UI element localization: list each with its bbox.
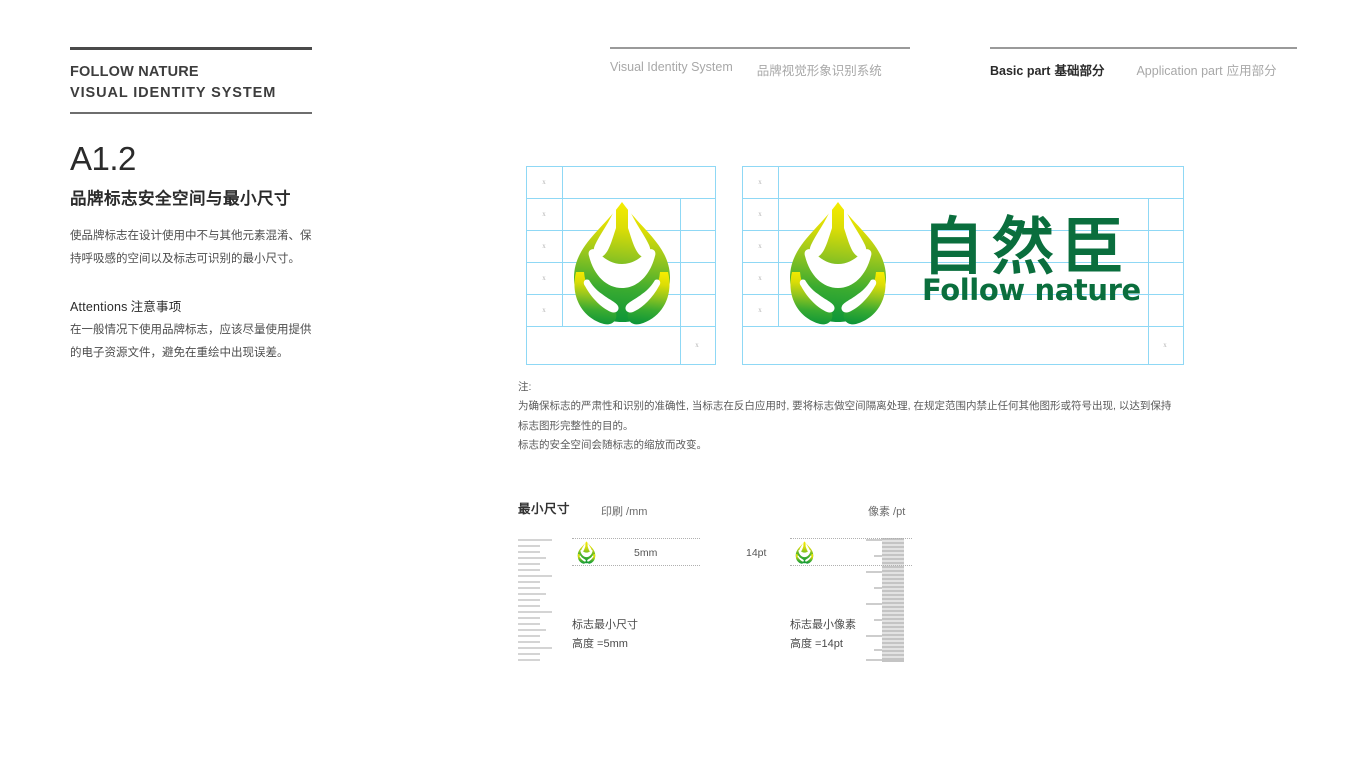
min-size-pixel-caption: 标志最小像素 高度 =14pt bbox=[790, 616, 856, 655]
logo-mark-container bbox=[566, 200, 678, 326]
nav-item-basic-part-cn: 基础部分 bbox=[1054, 63, 1105, 78]
guide-h-6 bbox=[742, 364, 1184, 365]
notes-block: 注: 为确保标志的严肃性和识别的准确性, 当标志在反白应用时, 要将标志做空间隔… bbox=[518, 378, 1208, 456]
brand-logo-mark-icon bbox=[574, 202, 670, 325]
brand-name: FOLLOW NATURE VISUAL IDENTITY SYSTEM bbox=[70, 50, 312, 104]
section-title: 品牌标志安全空间与最小尺寸 bbox=[70, 190, 291, 208]
notes-label: 注: bbox=[518, 381, 532, 393]
brand-name-line1: FOLLOW NATURE bbox=[70, 64, 199, 80]
nav-items-left: Visual Identity System 品牌视觉形象识别系统 bbox=[610, 60, 910, 79]
clearspace-x-marker: x bbox=[758, 210, 762, 218]
clearspace-x-marker: x bbox=[542, 242, 546, 250]
nav-item-application-part-cn: 应用部分 bbox=[1226, 63, 1277, 78]
minimum-size-heading: 最小尺寸 bbox=[518, 502, 571, 516]
spec-print-row: 5mm bbox=[526, 538, 716, 580]
nav-item-application-part[interactable]: Application part 应用部分 bbox=[1136, 60, 1276, 79]
clearspace-x-marker: x bbox=[758, 178, 762, 186]
wordmark-en: Follow nature bbox=[922, 272, 1141, 307]
clearspace-panel-lockup: x x x x x x 自然臣 Follow nature bbox=[742, 166, 1184, 365]
guide-v-2 bbox=[1148, 198, 1149, 365]
min-size-print-value: 5mm bbox=[634, 547, 658, 559]
guide-v-3 bbox=[715, 166, 716, 365]
tiny-logo-print bbox=[575, 541, 598, 569]
nav-group-right: Basic part 基础部分 Application part 应用部分 bbox=[990, 47, 1297, 79]
section-text-column: A1.2 品牌标志安全空间与最小尺寸 使品牌标志在设计使用中不与其他元素混淆、保… bbox=[70, 142, 316, 364]
min-size-pixel-caption-line1: 标志最小像素 bbox=[790, 619, 856, 631]
wordmark-cn: 自然臣 bbox=[922, 210, 1133, 284]
spec-print-mm: 5mm 标志最小尺寸 高度 =5mm bbox=[526, 538, 716, 650]
guide-v-1 bbox=[562, 166, 563, 327]
spec-pixel-pt: 14pt 标志最小像素 高度 =14pt bbox=[746, 538, 946, 650]
brand-logo-mark-icon bbox=[577, 541, 596, 564]
clearspace-panel-mark: x x x x x x bbox=[526, 166, 716, 365]
wordmark-block: 自然臣 Follow nature bbox=[922, 210, 1141, 307]
guide-h-0 bbox=[742, 166, 1184, 167]
clearspace-x-marker: x bbox=[758, 274, 762, 282]
notes-line-1: 为确保标志的严肃性和识别的准确性, 当标志在反白应用时, 要将标志做空间隔离处理… bbox=[518, 400, 1172, 413]
min-size-print-caption-line2: 高度 =5mm bbox=[572, 638, 628, 651]
spec-pixel-row: 14pt bbox=[746, 538, 946, 580]
nav-item-visual-identity-system-cn[interactable]: 品牌视觉形象识别系统 bbox=[753, 60, 882, 79]
section-code: A1.2 bbox=[70, 140, 136, 177]
guide-v-0 bbox=[742, 166, 743, 365]
min-size-print-caption-line1: 标志最小尺寸 bbox=[572, 619, 638, 631]
clearspace-x-marker: x bbox=[758, 306, 762, 314]
notes-line-3: 标志的安全空间会随标志的缩放而改变。 bbox=[518, 439, 707, 452]
clearspace-x-marker: x bbox=[758, 242, 762, 250]
guide-v-3 bbox=[1183, 166, 1184, 365]
clearspace-x-marker: x bbox=[542, 306, 546, 314]
guide-h-1 bbox=[742, 198, 1184, 199]
guide-v-2 bbox=[680, 198, 681, 365]
clearspace-x-marker: x bbox=[542, 210, 546, 218]
guide-v-1 bbox=[778, 166, 779, 327]
print-unit-label: 印刷 /mm bbox=[601, 506, 648, 518]
nav-item-basic-part-en: Basic part bbox=[990, 63, 1051, 78]
clearspace-x-marker: x bbox=[542, 178, 546, 186]
attentions-body: 在一般情况下使用品牌标志，应该尽量使用提供的电子资源文件，避免在重绘中出现误差。 bbox=[70, 324, 312, 359]
min-size-pixel-value: 14pt bbox=[746, 547, 767, 559]
nav-rule-right bbox=[990, 47, 1297, 49]
attentions-title-cn: 注意事项 bbox=[130, 300, 182, 315]
brand-logo-mark-icon bbox=[795, 541, 814, 564]
section-body: 使品牌标志在设计使用中不与其他元素混淆、保持呼吸感的空间以及标志可识别的最小尺寸… bbox=[70, 230, 312, 265]
min-size-pixel-caption-line2: 高度 =14pt bbox=[790, 638, 843, 651]
guide-h-5 bbox=[526, 326, 716, 327]
guide-v-0 bbox=[526, 166, 527, 365]
nav-item-basic-part[interactable]: Basic part 基础部分 bbox=[990, 60, 1104, 79]
attentions-title-en: Attentions bbox=[70, 300, 128, 315]
nav-item-application-part-en: Application part bbox=[1136, 63, 1223, 78]
nav-item-visual-identity-system[interactable]: Visual Identity System bbox=[610, 60, 733, 79]
logo-lockup-container: 自然臣 Follow nature bbox=[782, 200, 1141, 326]
tiny-logo-pixel bbox=[793, 541, 816, 569]
nav-rule-left bbox=[610, 47, 910, 49]
brand-logo-mark-icon bbox=[790, 202, 886, 325]
pixel-unit-label: 像素 /pt bbox=[868, 506, 906, 518]
attentions-title: Attentions 注意事项 bbox=[70, 296, 316, 315]
nav-group-left: Visual Identity System 品牌视觉形象识别系统 bbox=[610, 47, 910, 79]
guide-h-6 bbox=[526, 364, 716, 365]
guide-h-0 bbox=[526, 166, 716, 167]
guide-h-5 bbox=[742, 326, 1184, 327]
brand-block: FOLLOW NATURE VISUAL IDENTITY SYSTEM bbox=[70, 47, 312, 114]
brand-name-line2: VISUAL IDENTITY SYSTEM bbox=[70, 85, 277, 102]
min-size-print-caption: 标志最小尺寸 高度 =5mm bbox=[572, 616, 638, 655]
minimum-size-section: 最小尺寸 印刷 /mm 像素 /pt 5mm 标志最小尺寸 高度 =5mm 14… bbox=[518, 498, 1208, 662]
clearspace-x-marker: x bbox=[1163, 341, 1167, 349]
nav-item-label-en: Visual Identity System bbox=[610, 59, 733, 74]
clearspace-x-marker: x bbox=[542, 274, 546, 282]
clearspace-x-marker: x bbox=[695, 341, 699, 349]
nav-items-right: Basic part 基础部分 Application part 应用部分 bbox=[990, 60, 1297, 79]
notes-line-2: 标志图形完整性的目的。 bbox=[518, 419, 634, 432]
guide-h-1 bbox=[526, 198, 716, 199]
minimum-size-header-row: 最小尺寸 印刷 /mm 像素 /pt bbox=[518, 498, 1208, 524]
brand-rule-bottom bbox=[70, 112, 312, 114]
nav-item-label-cn: 品牌视觉形象识别系统 bbox=[756, 63, 882, 78]
